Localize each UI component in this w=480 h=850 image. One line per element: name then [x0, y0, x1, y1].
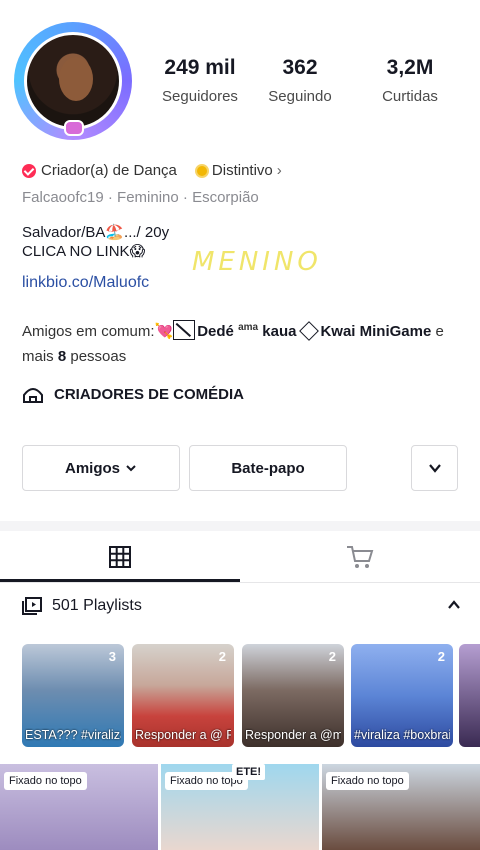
chat-button-label: Bate-papo [231, 459, 305, 477]
friends-button[interactable]: Amigos [22, 445, 180, 491]
video-overlay-text: ETE! [232, 764, 266, 780]
friends-prefix: Amigos em comum:💘 [22, 323, 174, 340]
friend-1-sup: ama [238, 322, 259, 333]
creator-tagline: Criador(a) de Dança Distintivo › [22, 162, 282, 179]
avatar-face [59, 57, 93, 101]
creator-category: Criador(a) de Dança [41, 162, 177, 179]
chevron-right-icon: › [276, 162, 282, 179]
likes-label: Curtidas [382, 88, 438, 105]
active-tab-indicator [0, 579, 240, 582]
friends-and: e [435, 323, 444, 340]
creator-group[interactable]: CRIADORES DE COMÉDIA [22, 384, 244, 404]
suggestions-toggle-button[interactable] [411, 445, 458, 491]
friend-1-rest: kaua [262, 323, 297, 340]
pinned-tag: Fixado no topo [326, 772, 409, 790]
tab-videos[interactable] [0, 531, 240, 583]
friend-2-name: Kwai MiniGame [320, 323, 432, 340]
following-label: Seguindo [268, 88, 332, 105]
video-thumbnail[interactable]: Fixado no topo [322, 764, 480, 850]
verified-check-icon [22, 163, 36, 178]
handwritten-overlay: MENINO [192, 247, 322, 277]
chat-button[interactable]: Bate-papo [189, 445, 347, 491]
playlist-count: 2 [437, 649, 445, 664]
following-count: 362 [282, 56, 318, 79]
playlist-caption: Responder a @malu_prof... [245, 728, 341, 742]
chevron-up-icon[interactable] [446, 597, 462, 613]
playlist-card[interactable]: 2 #viraliza #boxbraids #... [351, 644, 453, 747]
followers-count: 249 mil [164, 56, 236, 79]
playlist-caption: #viraliza #boxbraids #... [354, 728, 450, 742]
sticker-icon [173, 320, 196, 340]
friends-more-prefix: mais [22, 348, 54, 365]
playlist-caption: Responder a @ Rafaela [135, 728, 231, 742]
chevron-down-icon [126, 465, 136, 472]
pinned-tag: Fixado no topo [4, 772, 87, 790]
friends-more-count: 8 [57, 348, 67, 365]
profile-avatar[interactable] [14, 22, 132, 140]
playlist-row: 3 ESTA??? #viraliza #rab... 2 Responder … [22, 644, 480, 747]
cart-icon [347, 546, 374, 568]
profile-stats: 249 mil Seguidores 362 Seguindo 3,2M Cur… [150, 56, 480, 105]
likes-stat[interactable]: 3,2M Curtidas [350, 56, 470, 105]
chevron-down-icon [428, 464, 441, 473]
likes-count: 3,2M [386, 56, 434, 79]
bio-line-1: Salvador/BA🏖️.../ 20y [22, 224, 170, 241]
grid-icon [109, 546, 131, 568]
video-thumbnail[interactable]: Fixado no topo [0, 764, 158, 850]
playlist-card[interactable] [459, 644, 480, 747]
profile-meta: Falcaoofc19 · Feminino · Escorpião [22, 189, 259, 206]
friend-1-name: Dedé [197, 323, 234, 340]
profile-tabs [0, 531, 480, 583]
playlist-icon [22, 597, 42, 615]
diamond-icon [299, 321, 320, 341]
playlists-title: 501 Playlists [52, 597, 142, 614]
tab-shop[interactable] [240, 531, 480, 583]
bio-line-2: CLICA NO LINK😱 [22, 243, 146, 260]
bio-link[interactable]: linkbio.co/Maluofc [22, 274, 149, 292]
playlist-caption: ESTA??? #viraliza #rab... [25, 728, 121, 742]
tent-icon [23, 388, 43, 403]
playlist-card[interactable]: 2 Responder a @malu_prof... [242, 644, 344, 747]
following-stat[interactable]: 362 Seguindo [250, 56, 350, 105]
playlist-card[interactable]: 2 Responder a @ Rafaela [132, 644, 234, 747]
followers-stat[interactable]: 249 mil Seguidores [150, 56, 250, 105]
followers-label: Seguidores [162, 88, 238, 105]
bio: Salvador/BA🏖️.../ 20y CLICA NO LINK😱 [22, 223, 169, 261]
badge-icon [194, 163, 209, 178]
playlists-header[interactable]: 501 Playlists [22, 597, 462, 615]
creator-group-label: CRIADORES DE COMÉDIA [54, 385, 245, 403]
playlist-count: 2 [218, 649, 226, 664]
playlist-count: 3 [108, 649, 116, 664]
section-divider [0, 521, 480, 531]
live-badge-icon [64, 120, 84, 136]
playlist-count: 2 [328, 649, 336, 664]
playlist-card[interactable]: 3 ESTA??? #viraliza #rab... [22, 644, 124, 747]
friends-button-label: Amigos [64, 459, 120, 477]
friends-more-suffix: pessoas [70, 348, 127, 365]
avatar-photo [24, 32, 122, 130]
mutual-friends[interactable]: Amigos em comum:💘 Dedé ama kaua Kwai MiniG… [22, 315, 472, 369]
distinct-link[interactable]: Distintivo [212, 162, 273, 179]
